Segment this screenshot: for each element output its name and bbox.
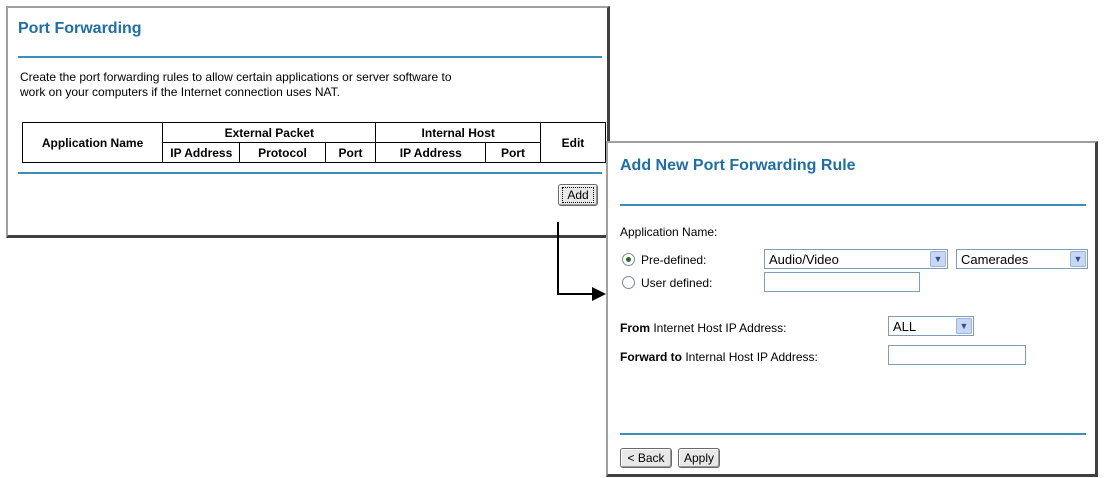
- forward-label-bold: Forward to: [620, 350, 682, 364]
- footer-divider: [620, 433, 1086, 435]
- apply-button-label: Apply: [683, 451, 715, 465]
- from-label-bold: From: [620, 321, 650, 335]
- forward-ip-input[interactable]: [888, 345, 1026, 365]
- add-rule-panel: Add New Port Forwarding Rule Application…: [606, 141, 1098, 477]
- forward-to-internal-host-label: Forward to Internal Host IP Address:: [620, 350, 818, 364]
- from-internet-host-label: From Internet Host IP Address:: [620, 321, 787, 335]
- application-select[interactable]: Camerades ▼: [956, 249, 1088, 269]
- chevron-down-icon: ▼: [956, 318, 972, 334]
- from-host-select-value: ALL: [893, 318, 917, 334]
- add-rule-title: Add New Port Forwarding Rule: [620, 157, 856, 174]
- back-button[interactable]: < Back: [620, 448, 672, 468]
- user-defined-radio[interactable]: [622, 276, 635, 289]
- forward-label-rest: Internal Host IP Address:: [682, 350, 818, 364]
- chevron-down-icon: ▼: [930, 251, 946, 267]
- chevron-down-icon: ▼: [1070, 251, 1086, 267]
- from-label-rest: Internet Host IP Address:: [650, 321, 787, 335]
- from-host-select[interactable]: ALL ▼: [888, 316, 974, 336]
- add-rule-title-divider: [620, 204, 1086, 206]
- application-select-value: Camerades: [961, 251, 1029, 267]
- category-select-value: Audio/Video: [769, 251, 839, 267]
- application-name-label: Application Name:: [620, 225, 718, 239]
- back-button-label: < Back: [627, 451, 665, 465]
- user-defined-label: User defined:: [641, 276, 713, 290]
- predefined-radio[interactable]: [622, 253, 635, 266]
- apply-button[interactable]: Apply: [678, 448, 720, 468]
- user-defined-input[interactable]: [764, 272, 920, 292]
- category-select[interactable]: Audio/Video ▼: [764, 249, 948, 269]
- predefined-label: Pre-defined:: [641, 253, 707, 267]
